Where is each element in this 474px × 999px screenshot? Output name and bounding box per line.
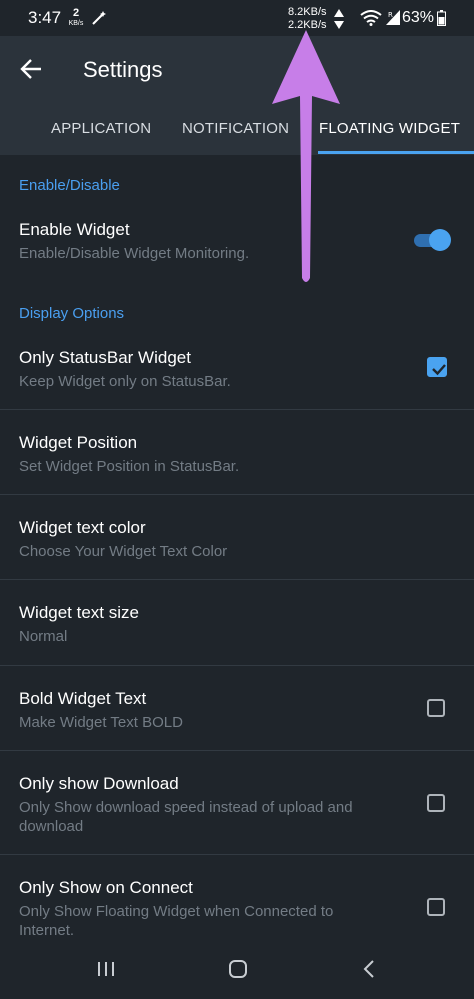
only-download-checkbox[interactable]: [427, 794, 445, 812]
magic-wand-icon: [92, 11, 106, 25]
upload-speed: 8.2KB/s: [288, 6, 327, 18]
bold-text-title: Bold Widget Text: [19, 689, 147, 708]
text-size-value: Normal: [19, 628, 68, 645]
only-connect-subtitle-line2: Internet.: [19, 922, 75, 939]
widget-position-title: Widget Position: [19, 433, 138, 452]
enable-widget-toggle[interactable]: [412, 227, 452, 253]
back-icon[interactable]: [358, 958, 382, 980]
enable-widget-subtitle: Enable/Disable Widget Monitoring.: [19, 245, 250, 262]
checkmark-icon: [432, 364, 446, 376]
only-connect-checkbox[interactable]: [427, 898, 445, 916]
only-download-subtitle-line2: download: [19, 818, 84, 835]
battery-icon: [437, 10, 446, 26]
svg-text:R: R: [388, 11, 393, 19]
data-rate-unit: KB/s: [68, 20, 84, 27]
section-header-enable: Enable/Disable: [19, 177, 120, 194]
text-color-title: Widget text color: [19, 518, 146, 537]
text-size-title: Widget text size: [19, 603, 139, 622]
only-download-subtitle-line1: Only Show download speed instead of uplo…: [19, 799, 353, 816]
app-bar: Settings APPLICATION NOTIFICATION FLOATI…: [0, 36, 474, 155]
only-statusbar-subtitle: Keep Widget only on StatusBar.: [19, 373, 231, 390]
status-time: 3:47: [28, 8, 62, 27]
data-rate-indicator: 2 KB/s: [67, 7, 85, 28]
bold-text-subtitle: Make Widget Text BOLD: [19, 714, 183, 731]
data-rate-value: 2: [72, 7, 80, 19]
bold-text-checkbox[interactable]: [427, 699, 445, 717]
only-statusbar-checkbox[interactable]: [427, 357, 447, 377]
tab-bar: APPLICATION NOTIFICATION FLOATING WIDGET: [0, 106, 474, 155]
only-statusbar-title: Only StatusBar Widget: [19, 348, 191, 367]
recents-icon[interactable]: [94, 958, 118, 980]
only-connect-title: Only Show on Connect: [19, 878, 193, 897]
signal-icon: R: [386, 10, 400, 25]
toggle-knob: [429, 229, 451, 251]
wifi-icon: [360, 10, 382, 26]
enable-widget-title: Enable Widget: [19, 220, 130, 239]
enable-widget-row[interactable]: [0, 205, 474, 275]
system-nav-bar: [0, 941, 474, 999]
page-title: Settings: [83, 57, 163, 82]
widget-position-subtitle: Set Widget Position in StatusBar.: [19, 458, 240, 475]
status-bar: 3:47 2 KB/s 8.2KB/s 2.2KB/s R 63%: [0, 0, 474, 36]
home-icon[interactable]: [226, 958, 250, 980]
section-header-display: Display Options: [19, 305, 125, 322]
only-connect-subtitle-line1: Only Show Floating Widget when Connected…: [19, 903, 334, 920]
text-color-subtitle: Choose Your Widget Text Color: [19, 543, 228, 560]
only-download-title: Only show Download: [19, 774, 179, 793]
arrow-left-icon[interactable]: [18, 56, 48, 82]
tab-application[interactable]: APPLICATION: [51, 120, 151, 137]
battery-percentage: 63%: [402, 9, 435, 26]
annotation-arrow-icon: [272, 30, 340, 282]
